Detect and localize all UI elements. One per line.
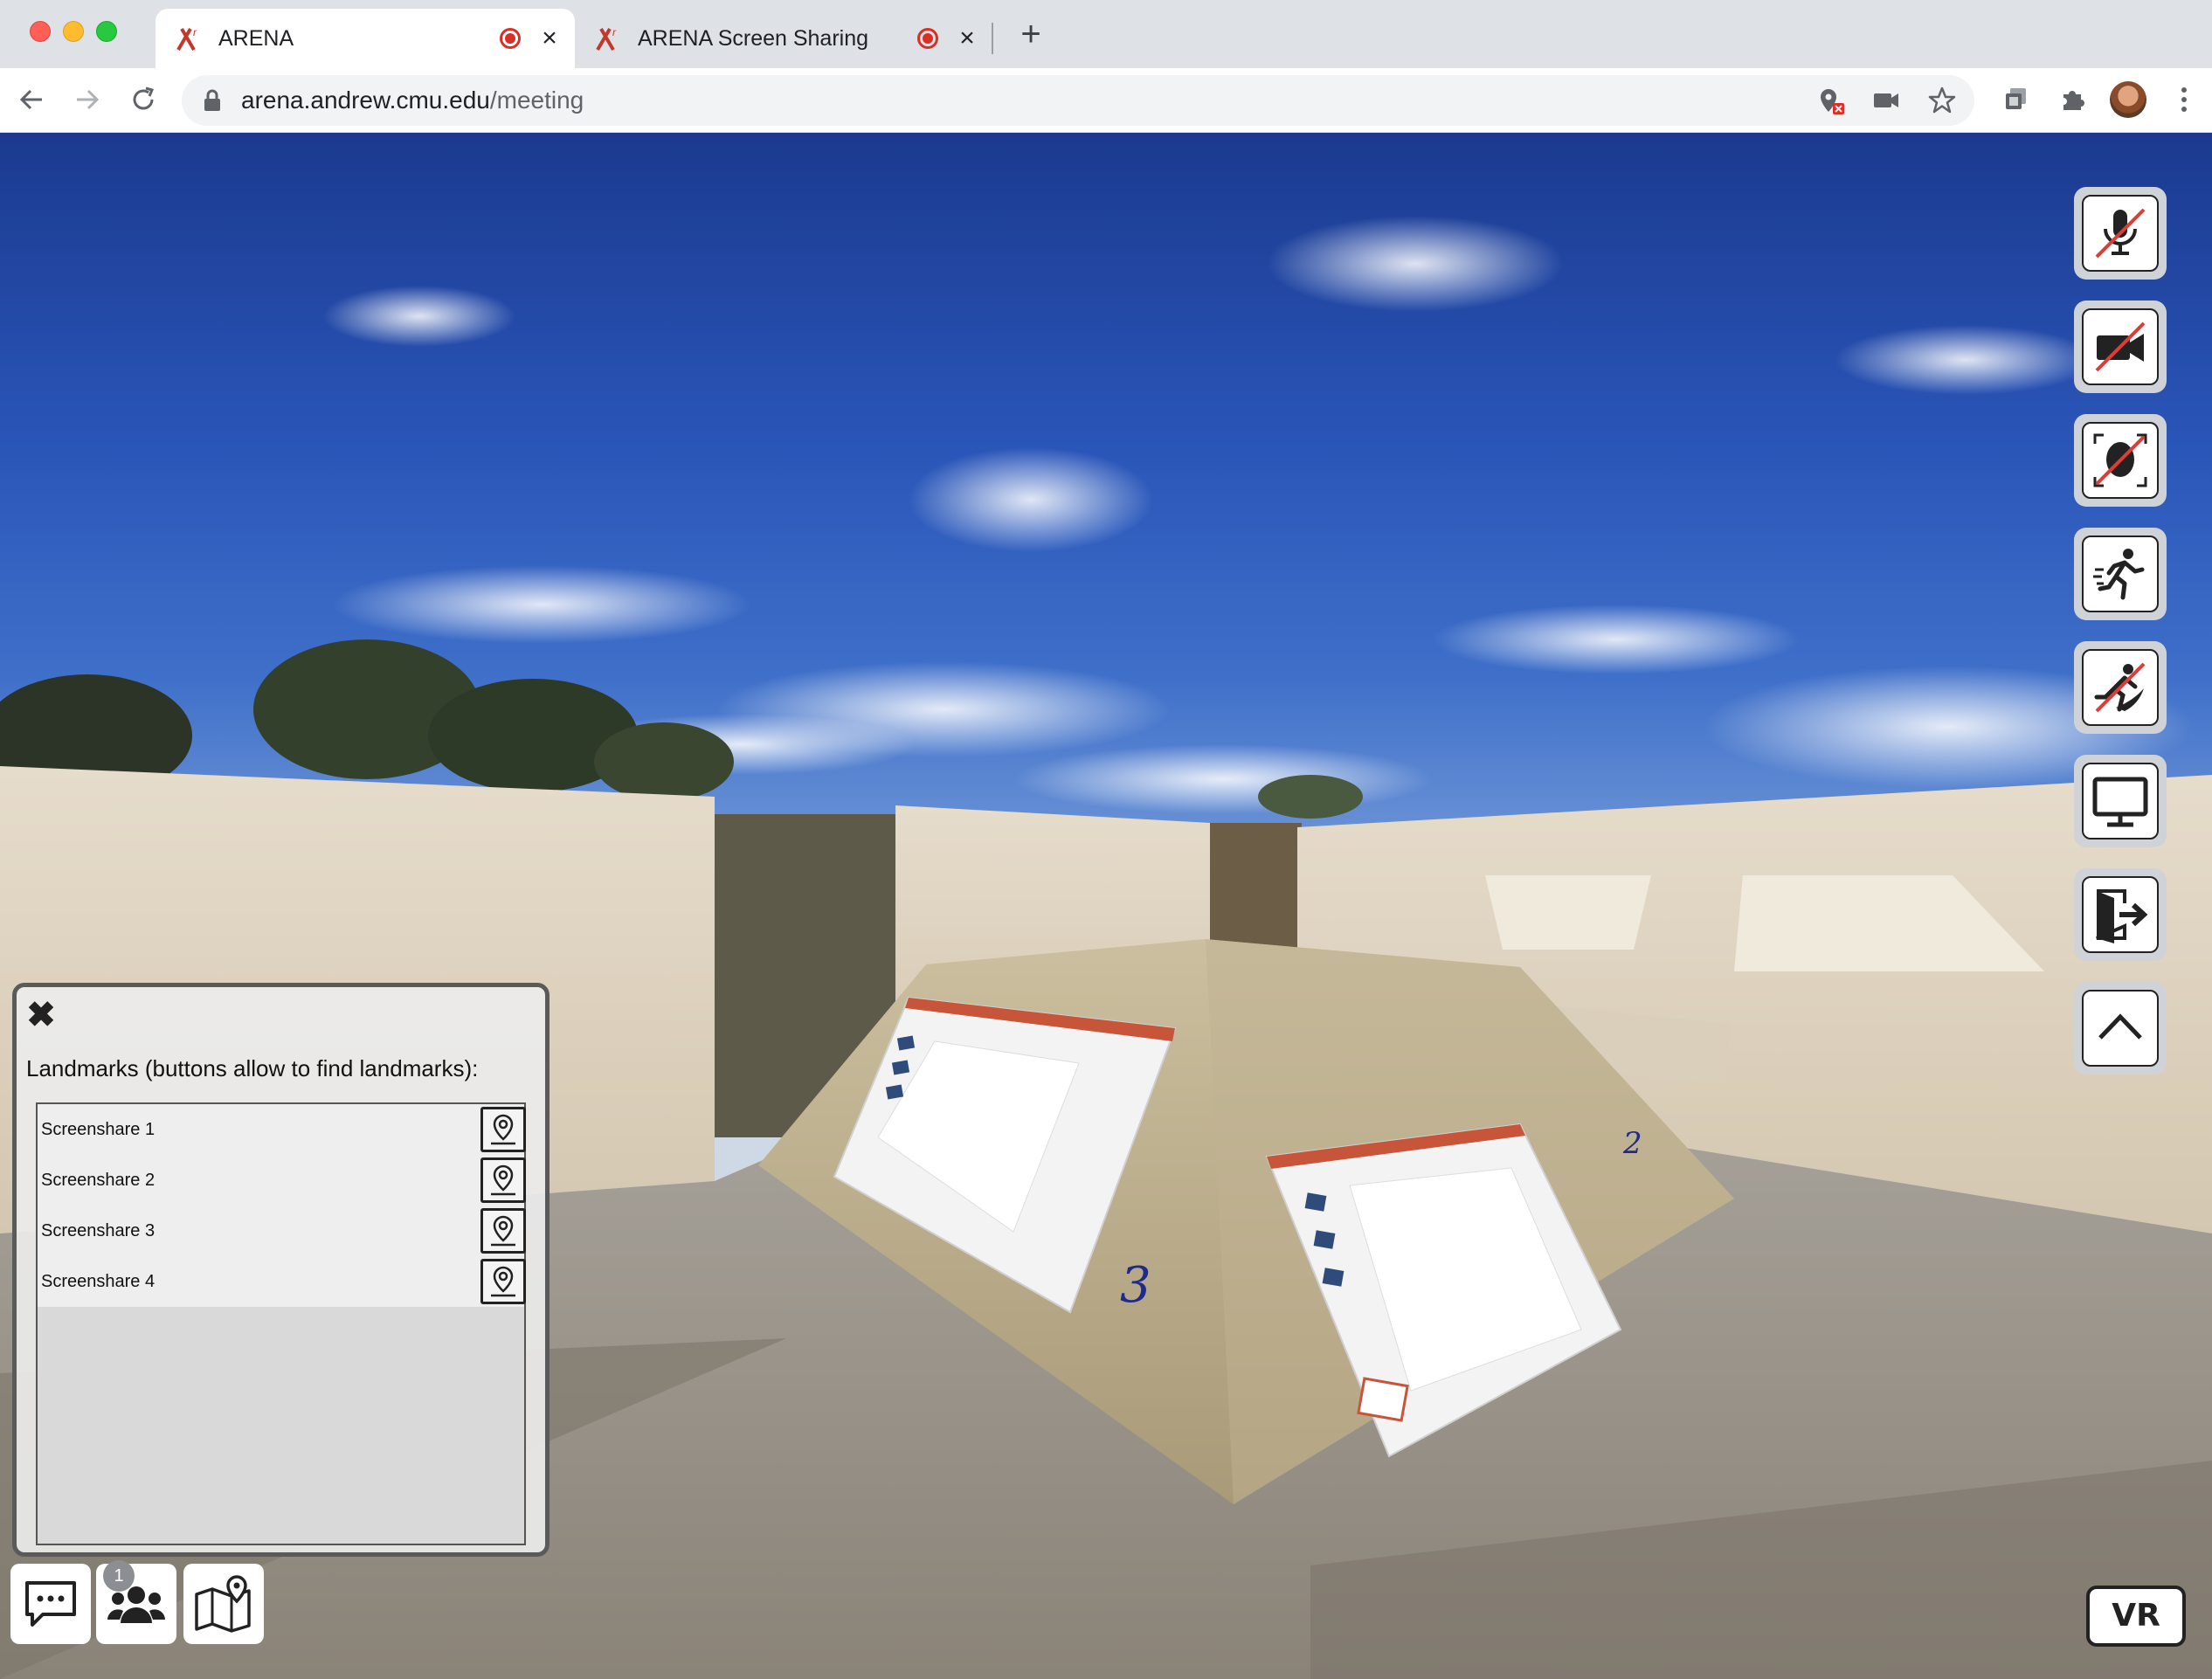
camera-icon[interactable] [1871, 86, 1901, 115]
tab-label: ARENA [218, 25, 294, 51]
landmark-label: Screenshare 1 [41, 1119, 156, 1139]
svg-text:r: r [612, 26, 617, 38]
speed-mode-button[interactable] [2074, 641, 2167, 734]
arrow-right-icon [77, 89, 100, 110]
microphone-toggle-button[interactable] [2074, 187, 2167, 280]
landmark-item: Screenshare 2 [38, 1155, 526, 1206]
tab-arena[interactable]: r ARENA × [156, 9, 575, 68]
arena-logo-icon: r [176, 26, 197, 52]
map-pin-icon [491, 1266, 515, 1297]
window-close-button[interactable] [30, 21, 51, 42]
recording-indicator-icon [500, 28, 521, 49]
landmark-item: Screenshare 1 [38, 1104, 526, 1155]
landmark-item: Screenshare 4 [38, 1256, 526, 1307]
tab-close-button[interactable]: × [536, 25, 563, 52]
landmarks-panel: ✖ Landmarks (buttons allow to find landm… [12, 983, 550, 1557]
address-bar[interactable]: arena.andrew.cmu.edu/meeting [182, 75, 1974, 126]
tab-search-icon [2006, 88, 2026, 109]
find-landmark-button[interactable] [480, 1208, 526, 1254]
map-pin-icon [195, 1575, 251, 1633]
url-path: /meeting [489, 86, 584, 114]
monitor-icon [2092, 777, 2148, 827]
exit-door-icon [2096, 889, 2148, 943]
tab-search-button[interactable] [1997, 80, 2036, 119]
screen-3-label: 3 [1120, 1257, 1151, 1314]
face-tracking-off-icon [2093, 433, 2147, 487]
chat-bubble-icon [25, 1581, 76, 1627]
tab-arena-screen-sharing[interactable]: r ARENA Screen Sharing × [575, 9, 992, 68]
reload-button[interactable] [124, 80, 162, 119]
kebab-menu-icon [2181, 87, 2187, 112]
chevron-up-icon [2098, 1013, 2142, 1040]
browser-toolbar: arena.andrew.cmu.edu/meeting [0, 68, 2212, 133]
arena-logo-icon: r [596, 26, 617, 52]
speed-off-icon [2094, 662, 2146, 713]
location-blocked-icon[interactable] [1815, 86, 1845, 115]
svg-text:r: r [193, 26, 197, 38]
arrow-left-icon [19, 89, 42, 110]
exit-button[interactable] [2074, 868, 2167, 961]
landmarks-title: Landmarks (buttons allow to find landmar… [26, 1055, 479, 1081]
extensions-button[interactable] [2053, 80, 2091, 119]
landmark-label: Screenshare 4 [41, 1271, 156, 1291]
browser-menu-button[interactable] [2165, 80, 2203, 119]
close-landmarks-button[interactable]: ✖ [24, 998, 59, 1033]
landmark-item: Screenshare 3 [38, 1206, 526, 1256]
url-host: arena.andrew.cmu.edu [241, 86, 490, 114]
tab-separator [992, 23, 993, 54]
microphone-muted-icon [2095, 208, 2146, 259]
window-minimize-button[interactable] [63, 21, 84, 42]
video-toggle-button[interactable] [2074, 301, 2167, 393]
landmark-label: Screenshare 2 [41, 1170, 156, 1190]
puzzle-icon [2063, 91, 2084, 110]
map-pin-icon [491, 1114, 515, 1145]
star-icon[interactable] [1927, 86, 1957, 115]
running-person-icon [2093, 549, 2145, 600]
tab-label: ARENA Screen Sharing [638, 25, 869, 51]
browser-tab-bar: r ARENA × r ARENA Screen Sharing × + [0, 0, 2212, 68]
landmarks-button[interactable] [183, 1564, 264, 1644]
map-pin-icon [491, 1164, 515, 1196]
screen-2-label: 2 [1622, 1126, 1642, 1161]
video-muted-icon [2095, 321, 2146, 372]
forward-button[interactable] [68, 80, 107, 119]
window-zoom-button[interactable] [96, 21, 117, 42]
avatar [2110, 81, 2146, 118]
back-button[interactable] [12, 80, 51, 119]
avatar-toggle-button[interactable] [2074, 414, 2167, 507]
chat-button[interactable] [10, 1564, 91, 1644]
lock-icon [204, 89, 220, 111]
fly-mode-button[interactable] [2074, 528, 2167, 620]
recording-indicator-icon [917, 28, 938, 49]
landmarks-list: Screenshare 1 Screenshare 2 Screenshare … [36, 1102, 526, 1545]
find-landmark-button[interactable] [480, 1259, 526, 1304]
tab-close-button[interactable]: × [954, 25, 980, 52]
profile-button[interactable] [2109, 80, 2147, 119]
find-landmark-button[interactable] [480, 1107, 526, 1152]
find-landmark-button[interactable] [480, 1157, 526, 1203]
vr-mode-button[interactable]: VR [2086, 1586, 2186, 1647]
collapse-controls-button[interactable] [2074, 982, 2167, 1074]
reload-icon [133, 86, 155, 110]
screen-share-button[interactable] [2074, 755, 2167, 847]
new-tab-button[interactable]: + [1013, 17, 1048, 52]
map-pin-icon [491, 1215, 515, 1247]
landmark-label: Screenshare 3 [41, 1220, 156, 1240]
users-count-badge: 1 [103, 1560, 135, 1592]
